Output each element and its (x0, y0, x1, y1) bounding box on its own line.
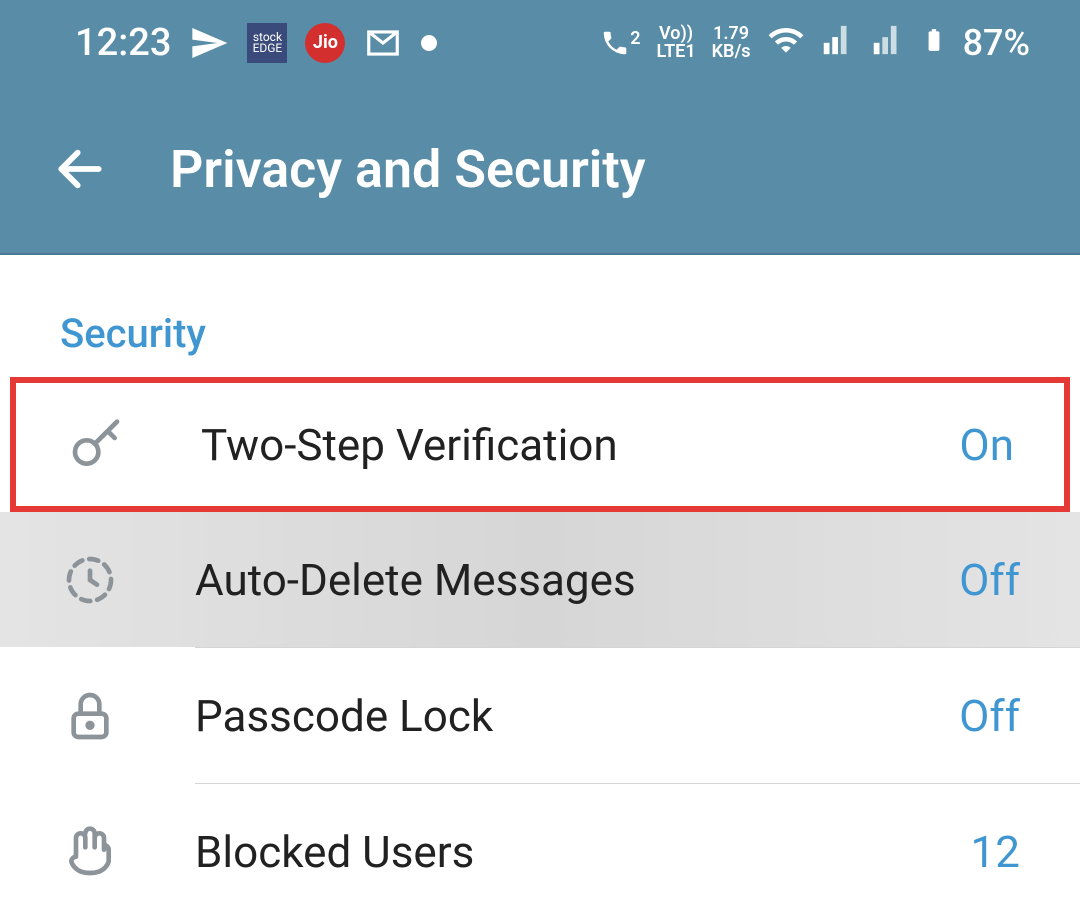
call-icon: 2 (600, 28, 640, 58)
status-bar-left: 12:23 stock EDGE Jio (75, 21, 437, 65)
app-bar: Privacy and Security (0, 85, 1080, 255)
battery-percent: 87% (963, 22, 1030, 64)
status-time: 12:23 (75, 21, 171, 65)
hand-icon (60, 822, 120, 882)
lock-icon (60, 686, 120, 746)
setting-label: Auto-Delete Messages (195, 554, 959, 606)
telegram-icon (189, 23, 229, 63)
page-title: Privacy and Security (170, 139, 646, 200)
setting-auto-delete-messages[interactable]: Auto-Delete Messages Off (0, 512, 1080, 647)
setting-value: 12 (971, 826, 1020, 878)
setting-passcode-lock[interactable]: Passcode Lock Off (0, 648, 1080, 783)
gmail-icon (363, 23, 403, 63)
timer-icon (60, 550, 120, 610)
notification-dot-icon (421, 35, 437, 51)
setting-value: On (959, 419, 1014, 471)
jio-icon: Jio (305, 23, 345, 63)
setting-blocked-users[interactable]: Blocked Users 12 (0, 784, 1080, 919)
signal-icon-1 (821, 23, 855, 63)
section-header-security: Security (0, 255, 1080, 377)
setting-label: Blocked Users (195, 826, 971, 878)
back-button[interactable] (50, 139, 110, 199)
signal-icon-2 (871, 23, 905, 63)
network-speed: 1.79 KB/s (712, 25, 751, 61)
status-bar-right: 2 Vo)) LTE1 1.79 KB/s 87% (600, 20, 1030, 66)
wifi-icon (767, 21, 805, 65)
arrow-left-icon (52, 141, 108, 197)
volte-indicator: Vo)) LTE1 (656, 25, 695, 61)
setting-two-step-verification[interactable]: Two-Step Verification On (10, 377, 1070, 512)
setting-value: Off (959, 690, 1020, 742)
setting-label: Passcode Lock (195, 690, 959, 742)
stockedge-icon: stock EDGE (247, 23, 287, 63)
content: Security Two-Step Verification On Auto-D… (0, 255, 1080, 919)
status-bar: 12:23 stock EDGE Jio 2 Vo)) LTE1 1.79 KB… (0, 0, 1080, 85)
setting-value: Off (959, 554, 1020, 606)
setting-label: Two-Step Verification (201, 419, 959, 471)
key-icon (66, 415, 126, 475)
battery-icon (921, 20, 947, 66)
